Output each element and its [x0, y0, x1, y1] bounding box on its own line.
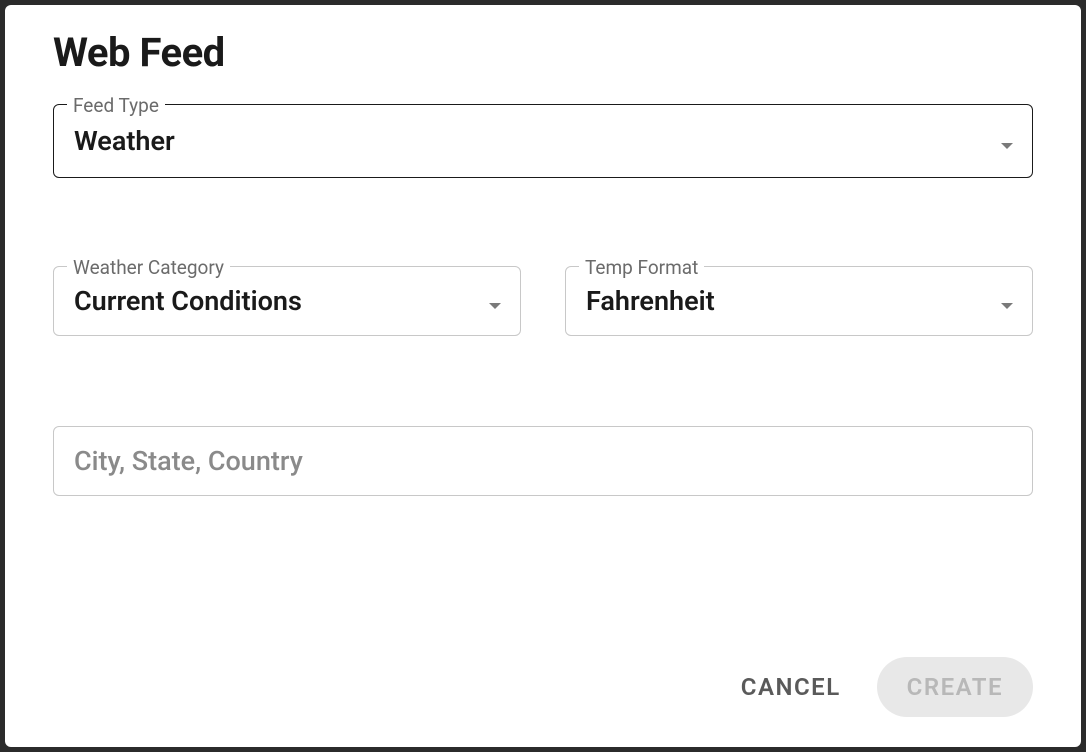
dialog-title: Web Feed	[53, 29, 1033, 76]
weather-options-row: Weather Category Current Conditions Temp…	[53, 266, 1033, 336]
temp-format-value: Fahrenheit	[586, 285, 715, 317]
temp-format-label: Temp Format	[579, 256, 704, 279]
feed-type-select[interactable]: Weather	[53, 104, 1033, 178]
feed-type-label: Feed Type	[67, 94, 165, 117]
dialog-actions: CANCEL CREATE	[733, 657, 1033, 717]
location-field	[53, 426, 1033, 496]
weather-category-field: Weather Category Current Conditions	[53, 266, 521, 336]
location-input[interactable]	[53, 426, 1033, 496]
temp-format-field: Temp Format Fahrenheit	[565, 266, 1033, 336]
weather-category-label: Weather Category	[67, 256, 230, 279]
create-button[interactable]: CREATE	[877, 657, 1033, 717]
chevron-down-icon	[1000, 125, 1014, 157]
feed-type-row: Feed Type Weather	[53, 104, 1033, 178]
feed-type-value: Weather	[74, 125, 175, 157]
cancel-button[interactable]: CANCEL	[733, 661, 849, 713]
chevron-down-icon	[488, 285, 502, 317]
chevron-down-icon	[1000, 285, 1014, 317]
weather-category-value: Current Conditions	[74, 285, 302, 317]
web-feed-dialog: Web Feed Feed Type Weather Weather Categ…	[5, 5, 1081, 747]
feed-type-field: Feed Type Weather	[53, 104, 1033, 178]
